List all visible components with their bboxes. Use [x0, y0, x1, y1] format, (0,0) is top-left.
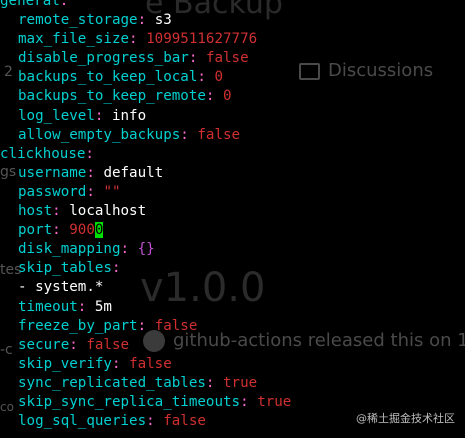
yaml-value: s3	[154, 12, 172, 29]
yaml-line: port: 9000	[0, 221, 465, 240]
yaml-value: false	[163, 413, 206, 430]
yaml-colon: :	[52, 203, 61, 220]
yaml-section-header: general:	[0, 0, 465, 11]
yaml-value: 5m	[94, 298, 112, 315]
yaml-value: true	[257, 393, 292, 410]
yaml-key: timeout	[18, 298, 78, 315]
yaml-key: disk_mapping	[18, 241, 121, 258]
yaml-value: true	[223, 374, 258, 391]
yaml-list-dash: -	[18, 279, 36, 296]
yaml-colon: :	[205, 88, 215, 105]
yaml-colon: :	[137, 317, 147, 334]
text-cursor[interactable]: 0	[94, 222, 104, 239]
yaml-key: skip_tables	[18, 260, 112, 277]
yaml-colon: :	[120, 241, 130, 258]
yaml-colon: :	[69, 336, 78, 353]
watermark-text: @稀土掘金技术社区	[356, 412, 455, 425]
yaml-value: false	[154, 317, 198, 334]
yaml-colon: :	[59, 0, 69, 9]
yaml-key: freeze_by_part	[18, 317, 138, 334]
yaml-value: default	[103, 164, 164, 181]
yaml-line: backups_to_keep_local: 0	[0, 68, 465, 87]
yaml-colon: :	[240, 393, 249, 410]
yaml-colon: :	[146, 413, 155, 430]
yaml-value: false	[205, 50, 249, 67]
yaml-line: remote_storage: s3	[0, 11, 465, 30]
yaml-value: 0	[223, 88, 232, 105]
yaml-key: max_file_size	[18, 31, 130, 48]
yaml-line: secure: false	[0, 336, 465, 355]
yaml-colon: :	[85, 145, 94, 162]
yaml-line: host: localhost	[0, 202, 465, 221]
yaml-line: skip_tables:	[0, 259, 465, 278]
yaml-value: false	[197, 126, 241, 143]
yaml-colon: :	[205, 374, 215, 391]
yaml-colon: :	[86, 164, 95, 181]
yaml-colon: :	[129, 31, 138, 48]
yaml-line: disk_mapping: {}	[0, 240, 465, 259]
yaml-value: localhost	[69, 203, 147, 220]
yaml-key: clickhouse	[0, 145, 86, 162]
yaml-key: disable_progress_bar	[18, 50, 189, 67]
yaml-value: false	[86, 336, 130, 353]
yaml-key: general	[0, 0, 60, 9]
yaml-line: allow_empty_backups: false	[0, 126, 465, 145]
yaml-line: - system.*	[0, 278, 465, 297]
yaml-colon: :	[197, 69, 206, 86]
yaml-line: skip_verify: false	[0, 355, 465, 374]
yaml-colon: :	[111, 355, 121, 372]
yaml-value: info	[111, 107, 147, 124]
yaml-colon: :	[188, 50, 198, 67]
yaml-key: log_level	[18, 107, 95, 124]
yaml-line: freeze_by_part: false	[0, 317, 465, 336]
yaml-key: password	[18, 183, 87, 200]
yaml-colon: :	[94, 107, 104, 124]
yaml-line: username: default	[0, 164, 465, 183]
yaml-value: 0	[214, 69, 224, 86]
yaml-key: port	[18, 222, 53, 239]
yaml-value: false	[129, 355, 172, 372]
yaml-key: log_sql_queries	[18, 413, 147, 430]
yaml-line: disable_progress_bar: false	[0, 49, 465, 68]
yaml-value: 1099511627776	[146, 31, 258, 48]
yaml-colon: :	[180, 126, 189, 143]
yaml-key: username	[18, 164, 87, 181]
yaml-key: secure	[18, 336, 70, 353]
yaml-key: skip_sync_replica_timeouts	[18, 393, 241, 410]
yaml-colon: :	[137, 12, 147, 29]
yaml-value: 900	[69, 222, 95, 239]
terminal-yaml-view[interactable]: general: remote_storage: s3 max_file_size:…	[0, 0, 465, 431]
yaml-key: allow_empty_backups	[18, 126, 181, 143]
yaml-value: ""	[103, 183, 121, 200]
yaml-colon: :	[77, 298, 87, 315]
yaml-section-header: clickhouse:	[0, 145, 465, 164]
yaml-line: backups_to_keep_remote: 0	[0, 87, 465, 106]
yaml-key: backups_to_keep_remote	[18, 88, 206, 105]
yaml-line: sync_replicated_tables: true	[0, 374, 465, 393]
yaml-key: remote_storage	[18, 12, 138, 29]
yaml-key: sync_replicated_tables	[18, 374, 206, 391]
yaml-colon: :	[52, 222, 61, 239]
yaml-key: backups_to_keep_local	[18, 69, 198, 86]
yaml-line: max_file_size: 1099511627776	[0, 30, 465, 49]
yaml-value: {}	[137, 241, 155, 258]
yaml-colon: :	[111, 260, 121, 277]
yaml-list-item: system.*	[35, 279, 104, 296]
yaml-line: password: ""	[0, 183, 465, 202]
yaml-colon: :	[86, 183, 95, 200]
yaml-key: host	[18, 203, 53, 220]
yaml-key: skip_verify	[18, 355, 112, 372]
watermark: @稀土掘金技术社区	[356, 410, 455, 426]
yaml-line: timeout: 5m	[0, 298, 465, 317]
yaml-line: log_level: info	[0, 107, 465, 126]
